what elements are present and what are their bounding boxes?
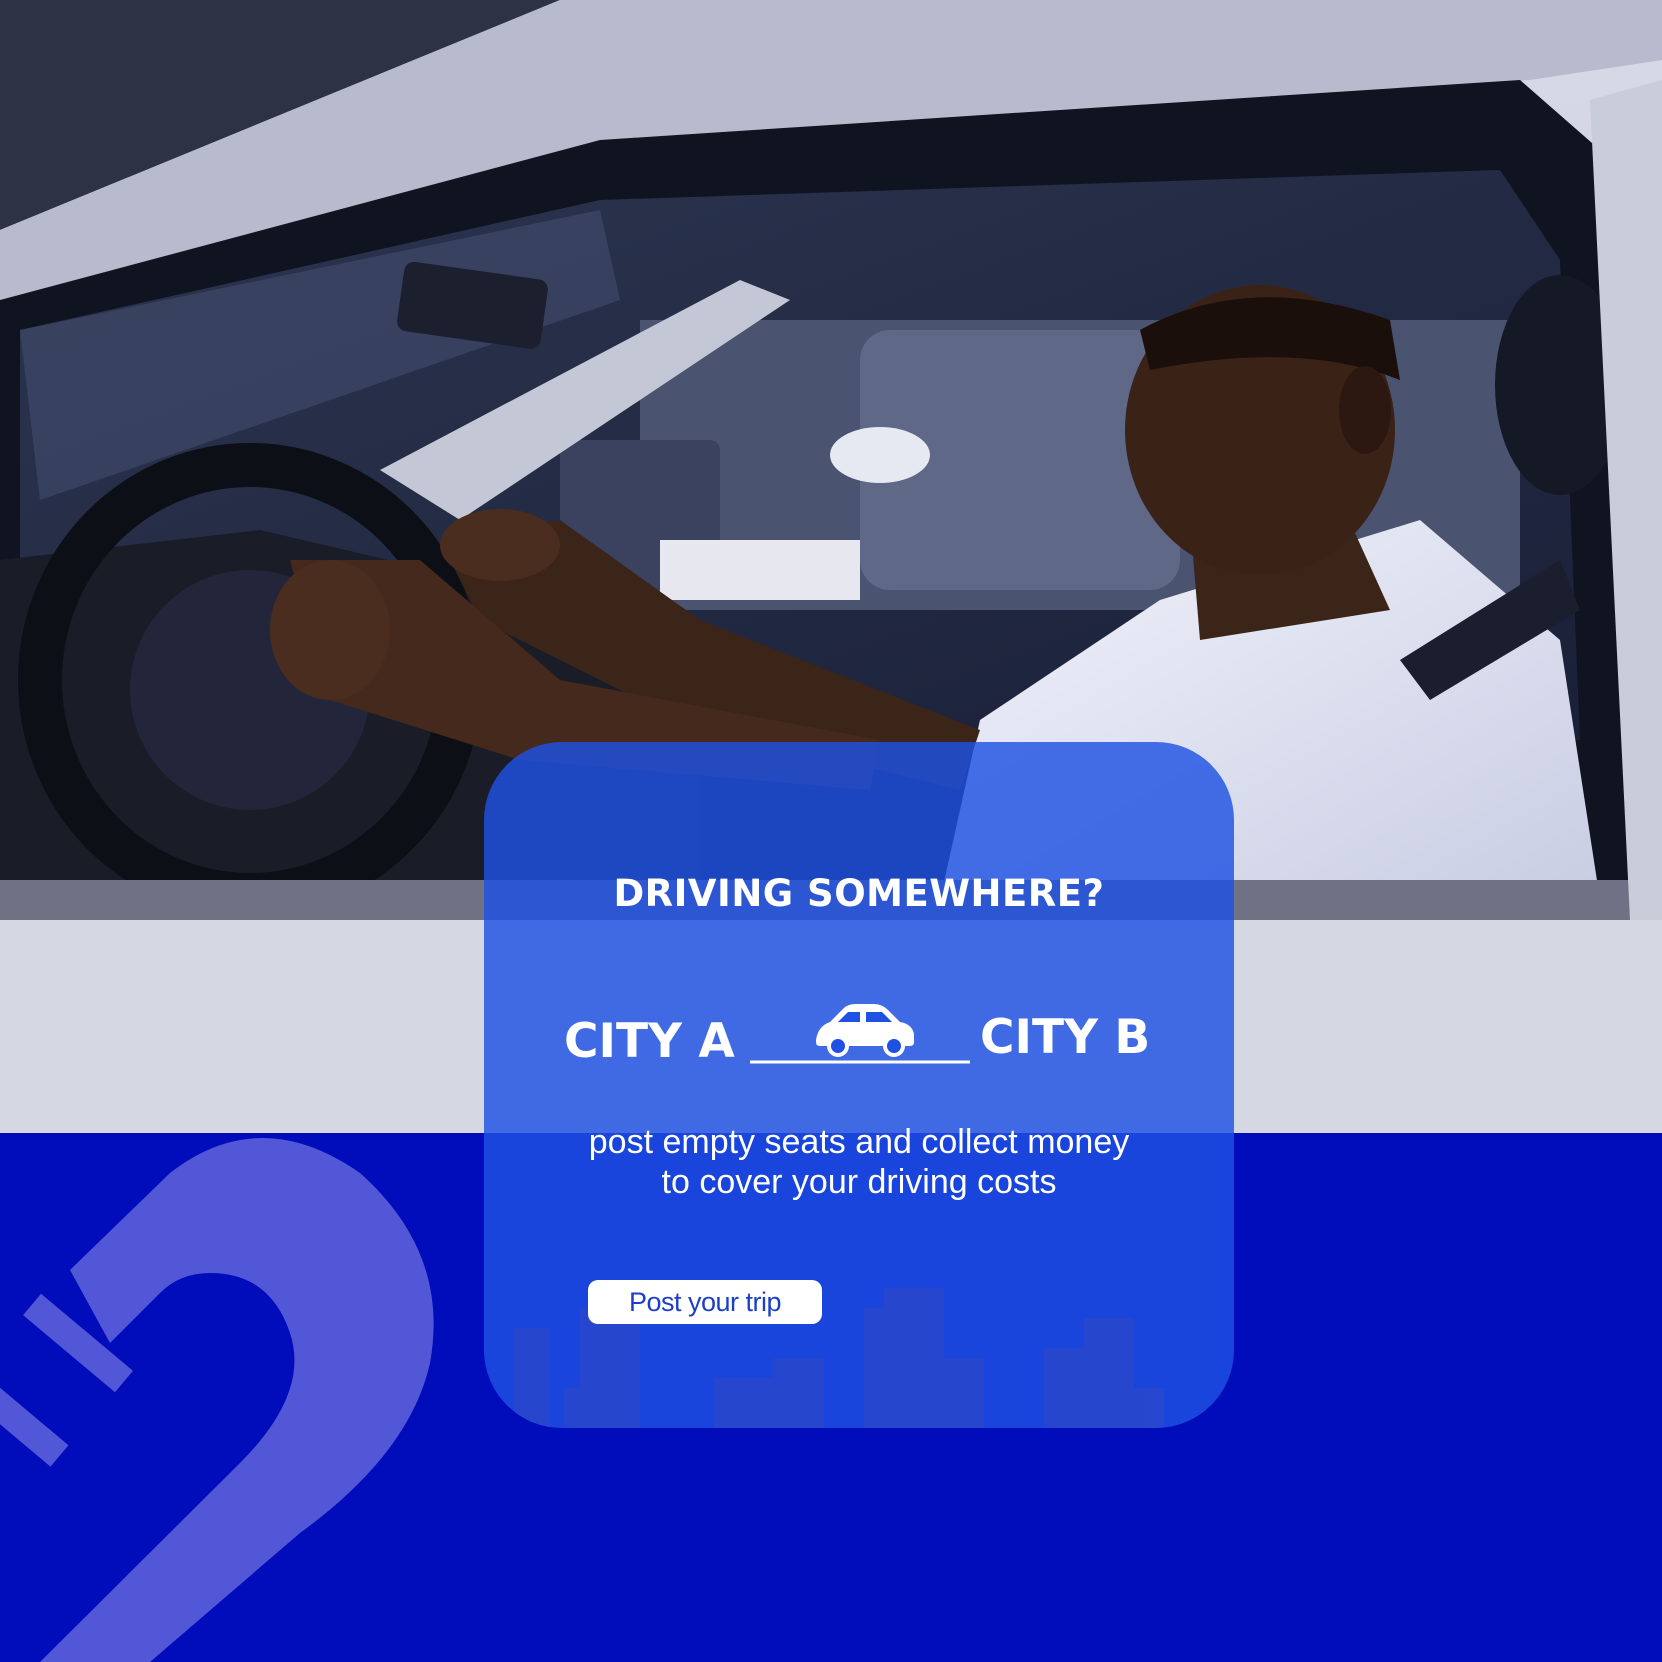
description-line-1: post empty seats and collect money	[588, 1123, 1130, 1161]
city-skyline-graphic	[514, 1288, 1164, 1428]
post-trip-button[interactable]: Post your trip	[588, 1280, 822, 1324]
card-title: DRIVING SOMEWHERE?	[613, 872, 1105, 915]
card-description: post empty seats and collect money to co…	[514, 1122, 1204, 1202]
destination-city: CITY B	[980, 1010, 1151, 1065]
car-icon	[816, 1004, 914, 1057]
promo-card: DRIVING SOMEWHERE? CITY A CITY B post em…	[484, 742, 1234, 1428]
description-line-2: to cover your driving costs	[661, 1163, 1057, 1201]
origin-city: CITY A	[564, 1014, 735, 1069]
route-line	[750, 1004, 970, 1064]
ad-banner: DRIVING SOMEWHERE? CITY A CITY B post em…	[0, 0, 1662, 1662]
